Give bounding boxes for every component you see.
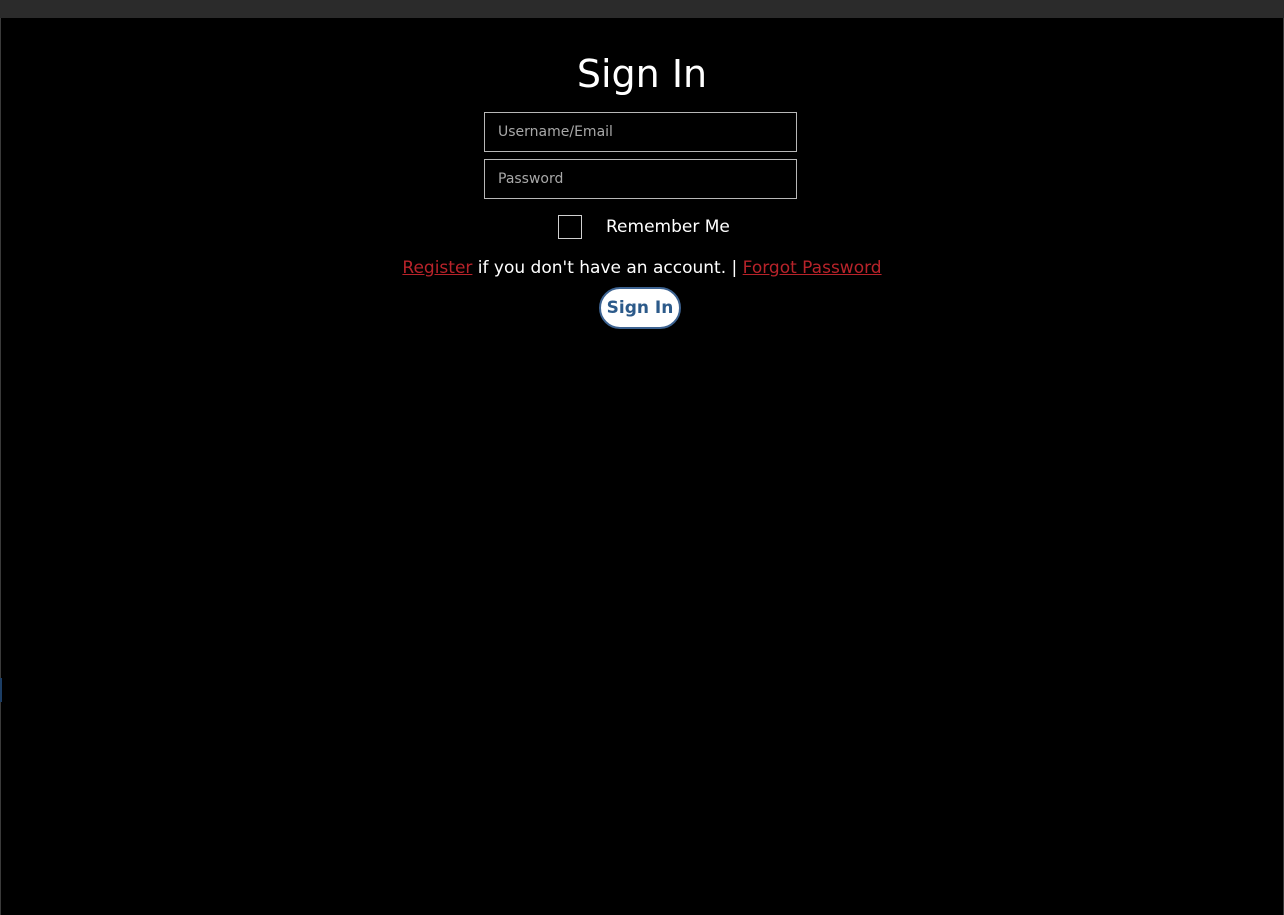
register-hint-text: if you don't have an account. | xyxy=(472,258,743,278)
signin-page: Sign In Remember Me Register if you don'… xyxy=(1,18,1283,915)
username-email-input[interactable] xyxy=(484,112,797,152)
sign-in-button[interactable]: Sign In xyxy=(599,287,681,329)
remember-me-checkbox[interactable] xyxy=(558,215,582,239)
app-window: Sign In Remember Me Register if you don'… xyxy=(0,0,1284,915)
account-links: Register if you don't have an account. |… xyxy=(1,255,1283,281)
page-title: Sign In xyxy=(576,52,708,97)
remember-me-label[interactable]: Remember Me xyxy=(606,214,730,240)
remember-me-row: Remember Me xyxy=(558,214,730,240)
window-edge-accent xyxy=(0,678,2,702)
password-input[interactable] xyxy=(484,159,797,199)
window-titlebar[interactable] xyxy=(0,0,1284,18)
forgot-password-link[interactable]: Forgot Password xyxy=(743,258,882,278)
register-link[interactable]: Register xyxy=(402,258,472,278)
